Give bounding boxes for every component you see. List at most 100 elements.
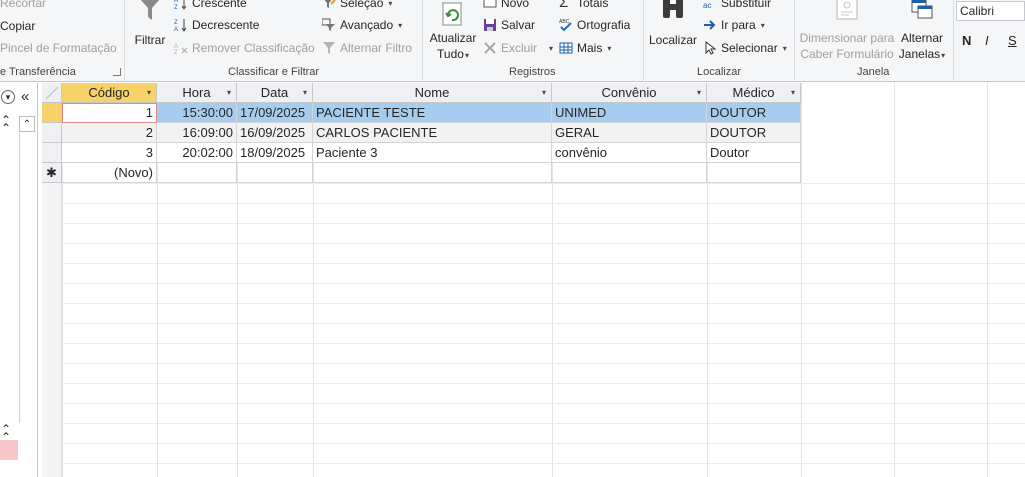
new-record-cell[interactable]	[313, 163, 552, 183]
column-header-nome[interactable]: Nome ▾	[313, 83, 552, 103]
column-header-hora[interactable]: Hora ▾	[157, 83, 237, 103]
advanced-filter-button[interactable]: Avançado ▾	[321, 18, 403, 32]
cell-nome[interactable]: CARLOS PACIENTE	[313, 123, 552, 143]
selection-filter-icon	[322, 0, 336, 10]
size-to-fit-icon	[836, 0, 858, 20]
cell-hora[interactable]: 16:09:00	[157, 123, 237, 143]
toggle-filter-icon	[322, 41, 336, 55]
nav-scrollbar[interactable]	[19, 133, 35, 423]
cell-convenio[interactable]: GERAL	[552, 123, 707, 143]
find-button[interactable]: Localizar	[648, 0, 698, 48]
collapse-group-button[interactable]: ⌃ ⌃	[1, 114, 11, 134]
column-header-data[interactable]: Data ▾	[237, 83, 313, 103]
delete-record-button[interactable]: Excluir ▾	[483, 41, 553, 55]
totals-button[interactable]: Σ Totais	[559, 0, 608, 10]
column-filter-dropdown-icon[interactable]: ▾	[697, 83, 701, 102]
record-selector[interactable]	[42, 143, 62, 163]
record-selector[interactable]	[42, 123, 62, 143]
funnel-icon	[140, 0, 160, 20]
chevron-down-icon: ▾	[398, 20, 403, 30]
selection-button[interactable]: Seleção ▾	[322, 0, 392, 10]
cell-medico[interactable]: Doutor	[707, 143, 801, 163]
filter-button[interactable]: Filtrar	[132, 0, 168, 48]
switch-windows-label-2: Janelas	[898, 47, 941, 61]
cell-convenio[interactable]: convênio	[552, 143, 707, 163]
sort-descending-button[interactable]: ZA Decrescente	[174, 18, 259, 33]
grid-row-line	[42, 303, 1025, 304]
svg-text:Z: Z	[174, 20, 178, 26]
column-filter-dropdown-icon[interactable]: ▾	[303, 83, 307, 102]
cell-medico[interactable]: DOUTOR	[707, 123, 801, 143]
cell-hora[interactable]: 15:30:00	[157, 103, 237, 123]
replace-button[interactable]: ac Substituir	[703, 0, 771, 10]
table-grid-icon	[559, 41, 573, 55]
grid-row-line	[42, 343, 1025, 344]
copy-button[interactable]: Copiar	[0, 19, 35, 33]
sort-ascending-button[interactable]: AZ Crescente	[174, 0, 247, 11]
column-header-codigo[interactable]: Código ▾	[62, 83, 157, 103]
cut-button[interactable]: Recortar	[0, 0, 46, 10]
record-selector[interactable]	[42, 103, 62, 123]
selected-nav-item[interactable]	[0, 440, 18, 460]
totals-label: Totais	[577, 0, 609, 10]
goto-label: Ir para	[721, 18, 756, 32]
select-button[interactable]: Selecionar ▾	[703, 40, 787, 55]
cell-data[interactable]: 16/09/2025	[237, 123, 313, 143]
table-row[interactable]: 2 16:09:00 16/09/2025 CARLOS PACIENTE GERAL D…	[42, 123, 801, 143]
sort-ascending-label: Crescente	[192, 0, 247, 10]
cell-data[interactable]: 17/09/2025	[237, 103, 313, 123]
new-record-button[interactable]: Novo	[483, 0, 529, 10]
italic-button[interactable]: I	[985, 33, 989, 48]
column-filter-dropdown-icon[interactable]: ▾	[791, 83, 795, 102]
arrow-right-icon	[703, 18, 717, 32]
column-header-medico[interactable]: Médico ▾	[707, 83, 801, 103]
cell-nome[interactable]: PACIENTE TESTE	[313, 103, 552, 123]
font-name-combo[interactable]: Calibri	[956, 1, 1025, 21]
underline-button[interactable]: S	[1008, 33, 1017, 48]
expand-group-button[interactable]: ⌃ ⌃	[1, 423, 11, 443]
save-record-button[interactable]: Salvar	[483, 18, 535, 32]
navigation-pane: ▾ « ⌃ ⌃ ⌃ ⌃ ⌃	[0, 83, 38, 477]
scroll-up-button[interactable]: ⌃	[19, 116, 35, 132]
cell-convenio[interactable]: UNIMED	[552, 103, 707, 123]
advanced-filter-label: Avançado	[340, 18, 394, 32]
goto-button[interactable]: Ir para ▾	[703, 18, 765, 32]
new-record-cell[interactable]	[237, 163, 313, 183]
cell-codigo[interactable]: 1	[62, 103, 157, 123]
bold-button[interactable]: N	[962, 33, 971, 48]
group-divider	[794, 0, 795, 80]
table-row[interactable]: 3 20:02:00 18/09/2025 Paciente 3 convênio Dou…	[42, 143, 801, 163]
remove-sort-button[interactable]: AZ Remover Classificação	[174, 41, 315, 56]
cell-codigo[interactable]: 3	[62, 143, 157, 163]
cell-hora[interactable]: 20:02:00	[157, 143, 237, 163]
size-to-fit-form-button[interactable]: Dimensionar para Caber Formulário	[798, 0, 896, 62]
delete-record-label: Excluir	[501, 41, 538, 55]
spelling-icon: ABC	[559, 18, 573, 32]
new-record-cell[interactable]	[157, 163, 237, 183]
shutter-bar-close-button[interactable]: «	[21, 88, 29, 105]
refresh-all-button[interactable]: Atualizar Tudo▾	[428, 2, 478, 64]
column-header-convenio[interactable]: Convênio ▾	[552, 83, 707, 103]
column-header-label: Hora	[182, 85, 211, 100]
column-filter-dropdown-icon[interactable]: ▾	[542, 83, 546, 102]
cell-nome[interactable]: Paciente 3	[313, 143, 552, 163]
cell-data[interactable]: 18/09/2025	[237, 143, 313, 163]
clipboard-launcher-icon[interactable]	[113, 68, 121, 76]
nav-menu-button[interactable]: ▾	[1, 90, 15, 104]
select-all-button[interactable]	[42, 83, 62, 103]
more-button[interactable]: Mais ▾	[559, 41, 611, 55]
column-filter-dropdown-icon[interactable]: ▾	[227, 83, 231, 102]
new-record-cell[interactable]	[707, 163, 801, 183]
column-filter-dropdown-icon[interactable]: ▾	[147, 83, 151, 102]
switch-windows-button[interactable]: Alternar Janelas▾	[896, 0, 948, 64]
binoculars-icon	[663, 0, 683, 18]
format-painter-button[interactable]: Pincel de Formatação	[0, 41, 117, 55]
cell-medico[interactable]: DOUTOR	[707, 103, 801, 123]
new-record-row[interactable]: ✱ (Novo)	[42, 163, 801, 183]
svg-text:Z: Z	[174, 50, 178, 55]
cell-codigo[interactable]: 2	[62, 123, 157, 143]
new-record-cell[interactable]	[552, 163, 707, 183]
toggle-filter-button[interactable]: Alternar Filtro	[322, 41, 412, 55]
table-row[interactable]: 1 15:30:00 17/09/2025 PACIENTE TESTE UNIMED D…	[42, 103, 801, 123]
spelling-button[interactable]: ABC Ortografia	[559, 18, 630, 32]
